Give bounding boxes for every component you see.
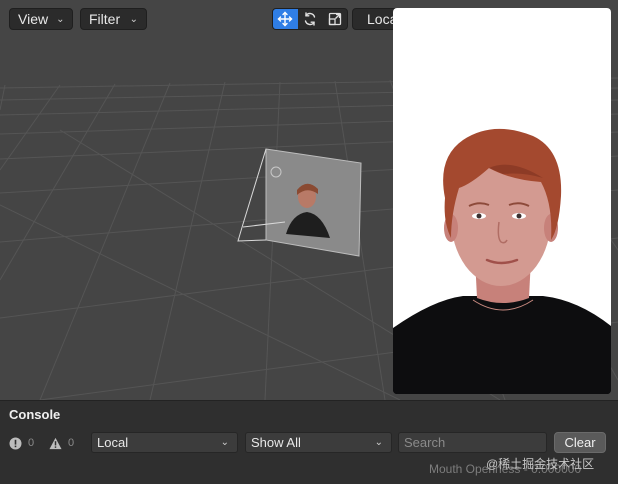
log-level-select[interactable]: Show All ⌄: [245, 432, 392, 453]
person-preview-image: [393, 128, 611, 394]
source-select-value: Local: [97, 435, 129, 450]
warning-count: 0: [68, 437, 75, 449]
view-menu-button[interactable]: View ⌄: [9, 8, 73, 30]
error-icon: [9, 437, 22, 450]
console-title: Console: [9, 407, 61, 422]
transform-tool-group: [272, 8, 348, 30]
chevron-down-icon: ⌄: [56, 13, 65, 25]
warning-count-toggle[interactable]: 0: [49, 435, 74, 451]
warning-icon: [49, 437, 62, 450]
chevron-down-icon: ⌄: [220, 437, 229, 448]
camera-preview: [393, 8, 611, 394]
log-level-select-value: Show All: [251, 435, 301, 450]
filter-menu-button[interactable]: Filter ⌄: [80, 8, 147, 30]
error-count-toggle[interactable]: 0: [9, 435, 34, 451]
move-icon: [277, 11, 293, 27]
console-panel: Console 0 0 Local ⌄ Show All ⌄ Clear: [0, 400, 618, 484]
chevron-down-icon: ⌄: [374, 437, 383, 448]
console-search-input[interactable]: [398, 432, 547, 453]
chevron-down-icon: ⌄: [129, 13, 138, 25]
face-mesh-plane[interactable]: [237, 148, 362, 257]
scale-tool-button[interactable]: [322, 9, 347, 29]
rotate-tool-button[interactable]: [298, 9, 323, 29]
rotate-icon: [304, 12, 316, 26]
view-menu-label: View: [18, 11, 49, 27]
clear-button[interactable]: Clear: [554, 432, 606, 453]
watermark: @稀土掘金技术社区: [486, 457, 595, 471]
scale-icon: [328, 12, 341, 26]
move-tool-button[interactable]: [273, 9, 298, 29]
error-count: 0: [28, 437, 35, 449]
source-select[interactable]: Local ⌄: [91, 432, 238, 453]
filter-menu-label: Filter: [89, 11, 121, 27]
